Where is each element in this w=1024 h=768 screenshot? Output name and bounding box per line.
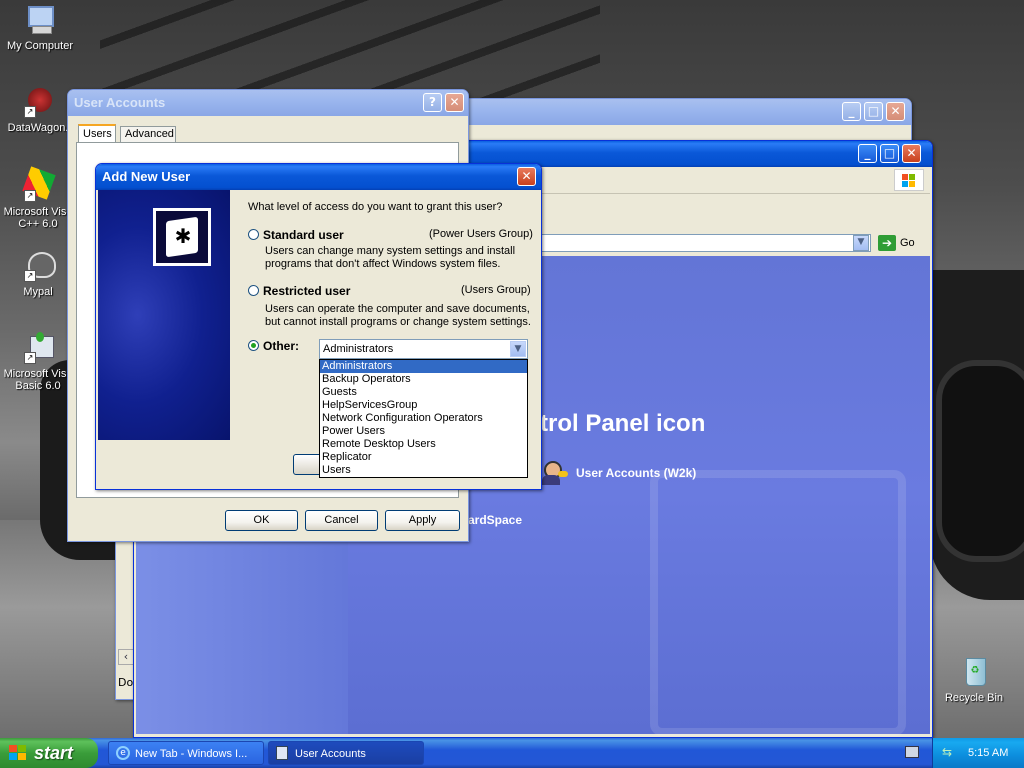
start-label: start [34,743,74,763]
close-button[interactable]: ✕ [445,93,464,112]
visual-cpp-icon: ↗ [22,166,56,202]
apply-button[interactable]: Apply [385,510,460,531]
minimize-button[interactable]: _ [858,144,877,163]
address-dropdown-icon[interactable]: ▼ [853,235,869,251]
user-key-icon: ✱ [153,208,211,266]
user-accounts-icon [540,459,570,487]
cardspace-link[interactable]: ardSpace [468,513,522,527]
user-accounts-title: User Accounts [74,95,166,110]
access-question: What level of access do you want to gran… [248,201,503,213]
close-button[interactable]: ✕ [902,144,921,163]
restricted-user-group: (Users Group) [461,284,531,296]
visual-basic-icon: ↗ [22,332,54,364]
desktop-icon-recycle-bin[interactable]: ♻ Recycle Bin [934,656,1014,704]
standard-user-desc-2: programs that don't affect Windows syste… [265,258,501,270]
standard-user-radio[interactable] [248,229,259,240]
dropdown-option-backup-operators[interactable]: Backup Operators [320,373,527,386]
close-button[interactable]: ✕ [886,102,905,121]
recycle-bin-icon: ♻ [958,656,990,688]
control-panel-heading: trol Panel icon [540,410,706,437]
network-icon[interactable]: ⇆ [942,745,958,759]
standard-user-group: (Power Users Group) [429,228,533,240]
user-accounts-titlebar[interactable]: User Accounts [68,90,468,116]
close-button[interactable]: ✕ [517,167,536,186]
other-group-select[interactable]: Administrators ▼ [319,339,528,359]
internet-explorer-icon: e [116,746,130,760]
desktop-icon-label: Recycle Bin [944,692,1004,704]
windows-logo-icon [894,169,924,191]
dropdown-option-helpservicesgroup[interactable]: HelpServicesGroup [320,399,527,412]
maximize-button[interactable]: □ [880,144,899,163]
user-accounts-task-icon [276,746,288,760]
desktop-icon-my-computer[interactable]: My Computer [0,4,80,52]
minimize-button[interactable]: _ [842,102,861,121]
user-accounts-w2k-link[interactable]: User Accounts (W2k) [576,466,696,480]
dropdown-option-guests[interactable]: Guests [320,386,527,399]
go-arrow-icon[interactable]: ➔ [878,235,896,251]
dropdown-option-administrators[interactable]: Administrators [320,360,527,373]
dropdown-option-users[interactable]: Users [320,464,527,477]
scroll-left-button[interactable]: ‹ [118,649,134,665]
go-button-label[interactable]: Go [900,235,915,251]
maximize-button[interactable]: □ [864,102,883,121]
add-new-user-title: Add New User [102,169,191,184]
other-group-dropdown-list[interactable]: Administrators Backup Operators Guests H… [319,359,528,478]
other-label[interactable]: Other: [263,339,299,353]
ok-button[interactable]: OK [225,510,298,531]
task-label: New Tab - Windows I... [135,748,248,760]
dropdown-option-replicator[interactable]: Replicator [320,451,527,464]
datawagon-icon: ↗ [22,86,54,118]
taskbar-task-new-tab[interactable]: New Tab - Windows I... [108,741,264,765]
restricted-user-label[interactable]: Restricted user [263,284,350,298]
keyboard-icon[interactable] [905,746,919,758]
chevron-down-icon[interactable]: ▼ [510,341,526,357]
dropdown-option-network-configuration-operators[interactable]: Network Configuration Operators [320,412,527,425]
mypal-icon: ↗ [22,250,56,282]
tab-advanced[interactable]: Advanced [120,126,176,143]
computer-icon [24,4,56,36]
other-radio[interactable] [248,340,259,351]
other-group-value: Administrators [323,343,394,355]
address-input[interactable] [534,234,871,252]
restricted-user-desc-1: Users can operate the computer and save … [265,303,530,315]
add-new-user-titlebar[interactable]: Add New User [96,164,541,190]
restricted-user-radio[interactable] [248,285,259,296]
taskbar-task-user-accounts[interactable]: User Accounts [268,741,424,765]
tab-users[interactable]: Users [78,124,116,142]
control-panel-watermark [650,470,906,736]
clock[interactable]: 5:15 AM [968,738,1008,768]
wallpaper-tire [936,360,1024,562]
desktop-icon-label: My Computer [6,40,74,52]
standard-user-desc-1: Users can change many system settings an… [265,245,516,257]
help-button[interactable]: ? [423,93,442,112]
task-label: User Accounts [295,748,366,760]
dropdown-option-remote-desktop-users[interactable]: Remote Desktop Users [320,438,527,451]
cancel-button[interactable]: Cancel [305,510,378,531]
restricted-user-desc-2: but cannot install programs or change sy… [265,316,531,328]
dropdown-option-power-users[interactable]: Power Users [320,425,527,438]
standard-user-label[interactable]: Standard user [263,228,344,242]
windows-flag-icon [9,745,27,761]
